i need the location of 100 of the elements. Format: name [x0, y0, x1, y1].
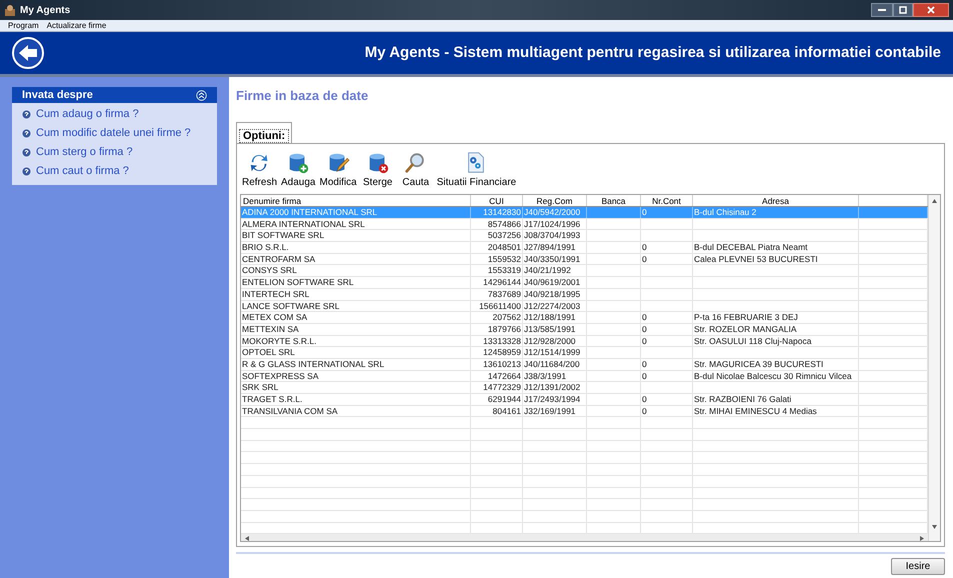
table-cell: 0 — [642, 370, 647, 381]
menu-item[interactable]: Program — [8, 22, 39, 30]
table-cell: 13313328 — [483, 336, 521, 346]
tab[interactable]: Optiuni: — [236, 122, 292, 143]
table-cell: 14772329 — [483, 382, 521, 392]
table-cell: 0 — [642, 358, 647, 369]
table-cell: J12/928/2000 — [524, 336, 576, 346]
column-header[interactable]: Denumire firma — [241, 195, 471, 206]
table-cell: METTEXIN SA — [242, 324, 299, 334]
table-cell: Str. MIHAI EMINESCU 4 Medias — [694, 406, 817, 416]
table-cell: Calea PLEVNEI 53 BUCURESTI — [694, 254, 818, 264]
table-cell: 0 — [642, 406, 647, 416]
table-cell: R & G GLASS INTERNATIONAL SRL — [242, 358, 384, 369]
table-row[interactable]: BIT SOFTWARE SRL 5037256 J08/3704/1993 — [241, 230, 928, 242]
help-icon — [22, 166, 31, 176]
table-row[interactable]: SOFTEXPRESS SA 1472664 J38/3/1991 0 B-dul Nicolae Balcescu 30 Rimnicu Vilcea — [241, 370, 928, 382]
scroll-left-icon — [245, 536, 249, 541]
table-cell: B-dul Chisinau 2 — [694, 207, 756, 217]
app-icon — [4, 4, 16, 16]
close-button[interactable] — [913, 3, 949, 17]
table-cell: 0 — [642, 312, 647, 322]
table-row[interactable]: LANCE SOFTWARE SRL 156611400 J12/2274/2003 — [241, 300, 928, 312]
table-cell: ENTELION SOFTWARE SRL — [242, 277, 354, 288]
window-title: My Agents — [20, 4, 70, 18]
close-icon — [927, 6, 935, 14]
table-cell: OPTOEL SRL — [242, 347, 295, 358]
table-cell: ALMERA INTERNATIONAL SRL — [242, 218, 365, 229]
toolbar-button[interactable]: Refresh — [241, 151, 278, 190]
table-cell: J32/169/1991 — [524, 406, 576, 416]
table-cell: 0 — [642, 394, 647, 404]
table-cell: J40/21/1992 — [524, 265, 571, 276]
table-row[interactable]: SRK SRL 14772329 J12/1391/2002 — [241, 382, 928, 394]
collapse-icon[interactable] — [196, 90, 207, 100]
table-row[interactable]: CENTROFARM SA 1559532 J40/3350/1991 0 Calea PLEVNEI 53 BUCURESTI — [241, 254, 928, 266]
horizontal-scrollbar[interactable] — [241, 534, 928, 541]
scroll-right-icon — [920, 536, 924, 541]
help-link[interactable]: Cum adaug o firma ? — [36, 106, 139, 122]
arrow-left-icon — [18, 44, 38, 62]
column-header[interactable]: Reg.Com — [523, 195, 587, 206]
table-cell: SRK SRL — [242, 382, 278, 392]
table-row[interactable]: TRANSILVANIA COM SA 804161 J32/169/1991 0 Str. MIHAI EMINESCU 4 Medias — [241, 406, 928, 418]
scroll-up-icon — [932, 199, 937, 203]
help-icon — [22, 128, 31, 138]
table-cell: MOKORYTE S.R.L. — [242, 336, 316, 346]
toolbar-button[interactable]: Cauta — [398, 151, 434, 190]
table-cell: B-dul DECEBAL Piatra Neamt — [694, 242, 808, 252]
table-cell: P-ta 16 FEBRUARIE 3 DEJ — [694, 312, 798, 322]
table-cell: 12458959 — [483, 347, 521, 358]
help-link[interactable]: Cum modific datele unei firme ? — [36, 124, 191, 142]
table-cell: LANCE SOFTWARE SRL — [242, 300, 340, 310]
table-cell: 7837689 — [488, 288, 521, 299]
column-header[interactable]: CUI — [471, 195, 523, 206]
table-cell: CONSYS SRL — [242, 265, 297, 276]
vertical-scrollbar[interactable] — [928, 195, 940, 541]
minimize-button[interactable] — [871, 3, 893, 17]
toolbar-button[interactable]: Situatii Financiare — [436, 151, 518, 190]
table-row[interactable]: R & G GLASS INTERNATIONAL SRL 13610213 J40/11684/200 0 Str. MAGURICEA 39 BUCURESTI — [241, 358, 928, 371]
table-row[interactable]: ENTELION SOFTWARE SRL 14296144 J40/9619/2001 — [241, 277, 928, 289]
table-cell: J27/894/1991 — [524, 242, 576, 252]
table-row[interactable]: MOKORYTE S.R.L. 13313328 J12/928/2000 0 Str. OASULUI 118 Cluj-Napoca — [241, 336, 928, 348]
toolbar-button[interactable]: Modifica — [318, 151, 358, 190]
table-row[interactable]: INTERTECH SRL 7837689 J40/9218/1995 — [241, 288, 928, 300]
column-header[interactable]: Banca — [587, 195, 641, 206]
header-title: My Agents - Sistem multiagent pentru regasirea si utilizarea informatiei contabile — [364, 42, 941, 63]
table-cell: J13/585/1991 — [524, 324, 576, 334]
toolbar-button[interactable]: Adauga — [280, 151, 316, 190]
table-cell: CENTROFARM SA — [242, 254, 316, 264]
help-link[interactable]: Cum caut o firma ? — [36, 162, 129, 180]
table-cell: 0 — [642, 336, 647, 346]
toolbar-button[interactable]: Sterge — [360, 151, 396, 190]
table-cell: J40/9218/1995 — [524, 288, 580, 299]
table-cell: Str. ROZELOR MANGALIA — [694, 324, 796, 334]
help-link[interactable]: Cum sterg o firma ? — [36, 144, 133, 160]
table-cell: BIT SOFTWARE SRL — [242, 230, 324, 240]
back-button[interactable] — [12, 37, 44, 69]
table-row[interactable]: TRAGET S.R.L. 6291944 J17/2493/1994 0 Str. RAZBOIENI 76 Galati — [241, 394, 928, 406]
table-row[interactable]: METEX COM SA 207562 J12/188/1991 0 P-ta 16 FEBRUARIE 3 DEJ — [241, 312, 928, 324]
table-cell: 13142830 — [483, 207, 521, 217]
table-cell: 8574866 — [488, 218, 521, 229]
table-row[interactable]: ALMERA INTERNATIONAL SRL 8574866 J17/1024/1996 — [241, 218, 928, 230]
table-cell: 1879766 — [488, 324, 521, 334]
exit-button[interactable]: Iesire — [891, 558, 945, 575]
table-cell: 0 — [642, 254, 647, 264]
restore-button[interactable] — [893, 3, 913, 17]
table-cell: BRIO S.R.L. — [242, 242, 289, 252]
table-cell: Str. OASULUI 118 Cluj-Napoca — [694, 336, 812, 346]
table-cell: 5037256 — [488, 230, 521, 240]
table-cell: B-dul Nicolae Balcescu 30 Rimnicu Vilcea — [694, 370, 852, 381]
table-row[interactable]: CONSYS SRL 1553319 J40/21/1992 — [241, 265, 928, 278]
panel-title: Invata despre — [22, 88, 94, 103]
table-cell: SOFTEXPRESS SA — [242, 370, 319, 381]
table-row[interactable]: METTEXIN SA 1879766 J13/585/1991 0 Str. ROZELOR MANGALIA — [241, 324, 928, 336]
table-cell: 14296144 — [483, 277, 521, 288]
table-row[interactable]: OPTOEL SRL 12458959 J12/1514/1999 — [241, 347, 928, 359]
table-cell: METEX COM SA — [242, 312, 308, 322]
table-cell: J38/3/1991 — [524, 370, 566, 381]
column-header[interactable]: Nr.Cont — [641, 195, 693, 206]
menu-item[interactable]: Actualizare firme — [46, 22, 106, 30]
column-header[interactable]: Adresa — [693, 195, 859, 206]
table-row[interactable]: BRIO S.R.L. 2048501 J27/894/1991 0 B-dul DECEBAL Piatra Neamt — [241, 242, 928, 254]
